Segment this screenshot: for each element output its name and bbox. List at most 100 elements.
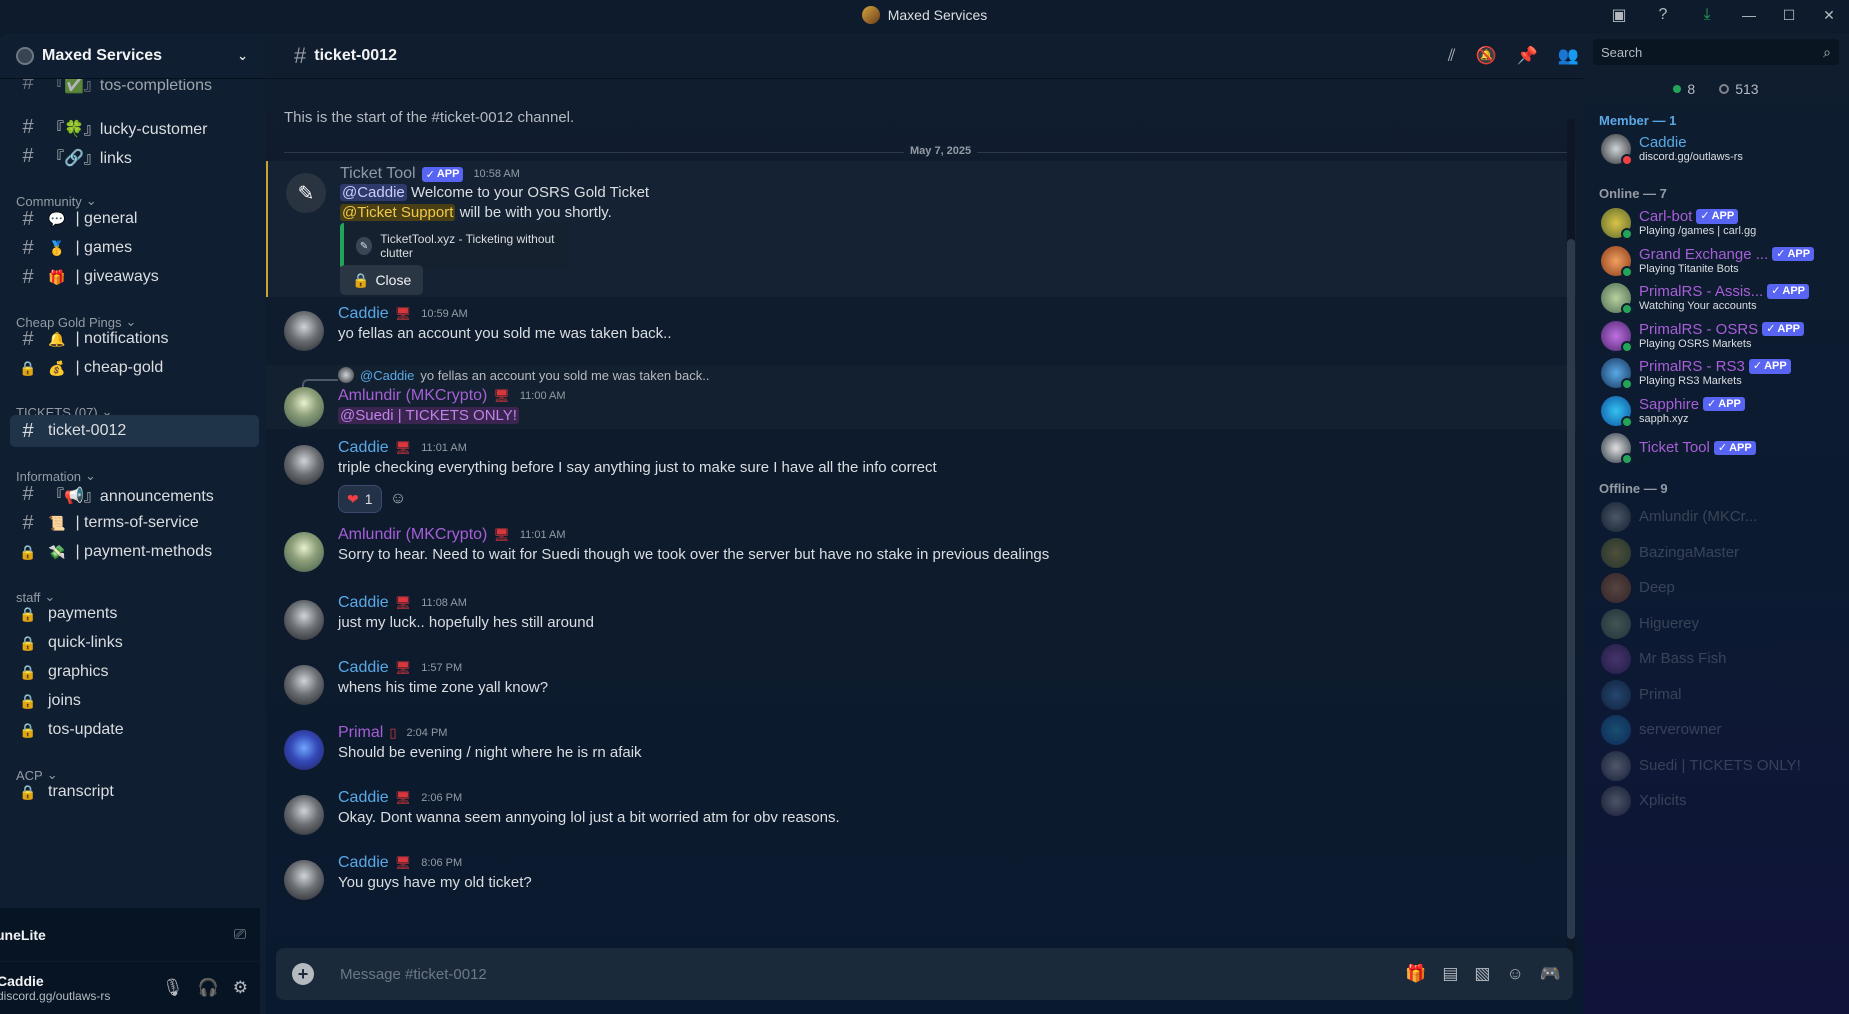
- member-item[interactable]: Ticket Tool ✓ APP: [1601, 428, 1841, 468]
- member-item[interactable]: Carl-bot ✓ APP Playing /games | carl.gg: [1601, 203, 1841, 243]
- message-header: Caddie 🖥 11:08 AM: [338, 594, 467, 612]
- member-item[interactable]: PrimalRS - OSRS ✓ APP Playing OSRS Markets: [1601, 316, 1841, 356]
- microphone-icon[interactable]: 🎙: [162, 978, 184, 998]
- channel-item[interactable]: 🔒 💰 | cheap-gold: [10, 352, 259, 384]
- member-item[interactable]: Mr Bass Fish: [1601, 639, 1841, 679]
- chevron-down-icon[interactable]: ⌄: [237, 48, 248, 64]
- channel-item[interactable]: 🔒 transcript: [10, 776, 259, 808]
- server-logo-icon: [861, 6, 880, 24]
- message-author[interactable]: Caddie: [338, 594, 389, 612]
- member-item[interactable]: PrimalRS - RS3 ✓ APP Playing RS3 Markets: [1601, 353, 1841, 393]
- channel-item[interactable]: 🔒 tos-update: [10, 714, 259, 746]
- maximize-button[interactable]: ☐: [1769, 0, 1809, 30]
- message-scrollbar[interactable]: [1567, 119, 1575, 965]
- gear-icon[interactable]: ⚙: [233, 978, 248, 998]
- ticket-tool-avatar[interactable]: ✎: [286, 173, 326, 213]
- caddie-avatar[interactable]: [284, 311, 324, 351]
- channel-label: | notifications: [75, 330, 169, 347]
- game-controller-icon[interactable]: 🎮: [1540, 964, 1561, 984]
- member-item[interactable]: Grand Exchange ... ✓ APP Playing Titanite B…: [1601, 241, 1841, 281]
- channel-item[interactable]: # 『📢』announcements: [10, 478, 259, 510]
- channel-item[interactable]: # 💬 | general: [10, 203, 259, 235]
- help-icon[interactable]: ?: [1641, 0, 1685, 30]
- emoji-icon[interactable]: ☺: [1506, 964, 1523, 984]
- threads-icon[interactable]: ⫽: [1448, 46, 1456, 66]
- desktop-icon: 🖥: [493, 527, 510, 542]
- message-author[interactable]: Caddie: [338, 305, 389, 323]
- message-author[interactable]: Ticket Tool: [340, 165, 416, 183]
- message-author[interactable]: Caddie: [338, 659, 389, 677]
- channel-item[interactable]: 🔒 graphics: [10, 656, 259, 688]
- channel-item[interactable]: # 『🔗』links: [10, 140, 259, 172]
- caddie-avatar[interactable]: [284, 445, 324, 485]
- minimize-button[interactable]: —: [1729, 0, 1769, 30]
- gif-icon[interactable]: ▤: [1442, 964, 1458, 984]
- search-input[interactable]: [1601, 44, 1801, 60]
- channel-item[interactable]: 🔒 💸 | payment-methods: [10, 536, 259, 568]
- close-window-button[interactable]: ✕: [1809, 0, 1849, 30]
- channel-item[interactable]: 🔒 payments: [10, 598, 259, 630]
- role-mention[interactable]: @Ticket Support: [340, 204, 456, 221]
- channel-item[interactable]: # 『🍀』lucky-customer: [10, 111, 259, 143]
- download-icon[interactable]: ⤓: [1685, 0, 1729, 30]
- channel-item[interactable]: # ticket-0012: [10, 415, 259, 447]
- headphones-icon[interactable]: 🎧: [198, 978, 219, 998]
- plus-icon[interactable]: +: [292, 963, 314, 985]
- channel-item[interactable]: # 🎁 | giveaways: [10, 261, 259, 293]
- close-ticket-button[interactable]: 🔒 Close: [340, 265, 424, 295]
- member-item[interactable]: Deep: [1601, 568, 1841, 608]
- search-icon[interactable]: ⌕: [1823, 44, 1831, 61]
- member-item[interactable]: Suedi | TICKETS ONLY!: [1601, 746, 1841, 786]
- member-item[interactable]: BazingaMaster: [1601, 533, 1841, 573]
- add-reaction-icon[interactable]: ☺: [386, 487, 410, 511]
- channel-label: joins: [48, 692, 81, 709]
- member-item[interactable]: Caddie discord.gg/outlaws-rs: [1601, 129, 1841, 169]
- desktop-icon: 🖥: [394, 790, 412, 805]
- inbox-icon[interactable]: ▣: [1597, 0, 1641, 30]
- channel-item[interactable]: # 📜 | terms-of-service: [10, 507, 259, 539]
- lock-icon: 🔒: [19, 783, 37, 800]
- screen-share-icon[interactable]: ⎚: [234, 926, 246, 943]
- member-item[interactable]: Primal: [1601, 675, 1841, 715]
- heart-reaction[interactable]: ❤ 1: [338, 485, 382, 513]
- primal-avatar[interactable]: [284, 730, 324, 770]
- message-header: Caddie 🖥 8:06 PM: [338, 854, 462, 872]
- member-item[interactable]: Sapphire ✓ APP sapph.xyz: [1601, 391, 1841, 431]
- channel-item[interactable]: # 🥇 | games: [10, 232, 259, 264]
- server-header[interactable]: Maxed Services ⌄: [0, 33, 266, 79]
- channel-item[interactable]: 🔒 joins: [10, 685, 259, 717]
- scrollbar-thumb[interactable]: [1567, 239, 1575, 939]
- caddie-avatar[interactable]: [284, 860, 324, 900]
- caddie-avatar[interactable]: [284, 665, 324, 705]
- amlundir-avatar[interactable]: [284, 387, 324, 427]
- caddie-avatar[interactable]: [284, 795, 324, 835]
- message-input[interactable]: [340, 965, 1200, 983]
- amlundir-avatar[interactable]: [284, 532, 324, 572]
- member-item[interactable]: PrimalRS - Assis... ✓ APP Watching Your acc…: [1601, 278, 1841, 318]
- user-mention[interactable]: @Suedi | TICKETS ONLY!: [338, 407, 519, 424]
- message-author[interactable]: Caddie: [338, 789, 389, 807]
- sticker-icon[interactable]: ▧: [1474, 964, 1490, 984]
- member-item[interactable]: Amlundir (MKCr...: [1601, 497, 1841, 537]
- message-text: just my luck.. hopefully hes still aroun…: [338, 614, 594, 631]
- message-author[interactable]: Caddie: [338, 854, 389, 872]
- member-item[interactable]: Higuerey: [1601, 604, 1841, 644]
- channel-item[interactable]: # 🔔 | notifications: [10, 323, 259, 355]
- channel-item[interactable]: # 『✅』tos-completions: [10, 79, 259, 99]
- message-timestamp: 8:06 PM: [421, 857, 463, 869]
- user-mention[interactable]: @Caddie: [340, 184, 407, 201]
- message-author[interactable]: Caddie: [338, 439, 389, 457]
- member-item[interactable]: serverowner: [1601, 710, 1841, 750]
- message-author[interactable]: Primal: [338, 724, 383, 742]
- reply-preview[interactable]: @Caddie yo fellas an account you sold me…: [338, 367, 709, 383]
- message-author[interactable]: Amlundir (MKCrypto): [338, 387, 487, 405]
- mute-notifications-icon[interactable]: 🔕: [1475, 46, 1496, 66]
- member-item[interactable]: Xplicits: [1601, 781, 1841, 821]
- message-author[interactable]: Amlundir (MKCrypto): [338, 526, 487, 544]
- caddie-avatar[interactable]: [284, 600, 324, 640]
- channel-item[interactable]: 🔒 quick-links: [10, 627, 259, 659]
- gift-icon[interactable]: 🎁: [1405, 964, 1426, 984]
- pin-icon[interactable]: 📌: [1517, 46, 1538, 66]
- member-list-icon[interactable]: 👥: [1558, 46, 1579, 66]
- user-info[interactable]: Caddie discord.gg/outlaws-rs: [0, 973, 110, 1003]
